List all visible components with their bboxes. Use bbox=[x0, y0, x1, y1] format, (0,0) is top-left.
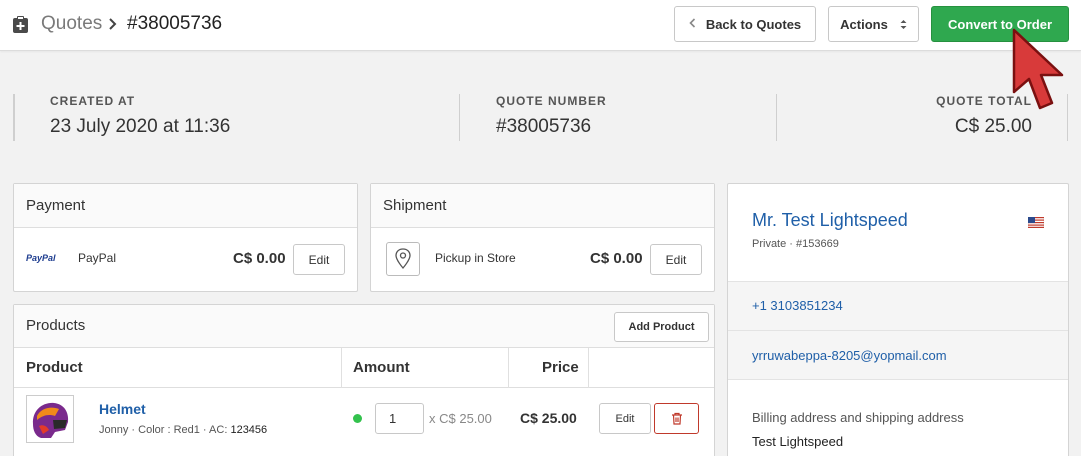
shipment-edit-button[interactable]: Edit bbox=[650, 244, 702, 275]
quote-number-stat: QUOTE NUMBER #38005736 bbox=[496, 94, 607, 142]
payment-method: PayPal bbox=[78, 251, 117, 265]
product-edit-button[interactable]: Edit bbox=[599, 403, 651, 434]
us-flag-icon bbox=[1028, 217, 1044, 228]
top-bar: Quotes #38005736 Back to Quotes Actions … bbox=[0, 0, 1081, 51]
created-at-value: 23 July 2020 at 11:36 bbox=[50, 116, 231, 137]
customer-address-row: Billing address and shipping address Tes… bbox=[728, 379, 1068, 456]
unit-price: x C$ 25.00 bbox=[429, 411, 492, 426]
product-name-link[interactable]: Helmet bbox=[99, 401, 146, 417]
product-meta-text: Jonny · Color : Red1 · AC: bbox=[99, 424, 228, 436]
breadcrumb-separator-icon bbox=[108, 15, 117, 35]
product-thumbnail bbox=[26, 395, 74, 443]
column-divider bbox=[588, 348, 589, 388]
payment-panel: Payment PayPal PayPal C$ 0.00 Edit bbox=[13, 183, 358, 292]
line-price: C$ 25.00 bbox=[520, 410, 577, 426]
quantity-input[interactable] bbox=[375, 403, 424, 434]
customer-name-link[interactable]: Mr. Test Lightspeed bbox=[752, 210, 908, 231]
quote-number-value: #38005736 bbox=[496, 116, 592, 137]
products-panel: Products Add Product Product Amount Pric… bbox=[13, 304, 715, 456]
chevron-left-icon bbox=[689, 17, 696, 31]
actions-label: Actions bbox=[840, 16, 888, 32]
shipment-title: Shipment bbox=[371, 184, 714, 228]
sort-updown-icon bbox=[900, 19, 907, 30]
customer-email-row: yrruwabeppa-8205@yopmail.com bbox=[728, 330, 1068, 380]
product-delete-button[interactable] bbox=[654, 403, 699, 434]
column-header-amount: Amount bbox=[353, 359, 410, 376]
shipment-amount: C$ 0.00 bbox=[590, 250, 643, 267]
column-divider bbox=[341, 348, 342, 388]
payment-amount: C$ 0.00 bbox=[233, 250, 286, 267]
column-divider bbox=[508, 348, 509, 388]
stat-divider bbox=[13, 94, 15, 141]
actions-dropdown[interactable]: Actions bbox=[828, 6, 919, 42]
customer-subtitle: Private · #153669 bbox=[752, 238, 839, 250]
paypal-logo: PayPal bbox=[26, 253, 56, 263]
table-row: Helmet Jonny · Color : Red1 · AC: 123456… bbox=[14, 389, 714, 453]
payment-title: Payment bbox=[14, 184, 357, 228]
map-pin-icon bbox=[386, 242, 420, 276]
stat-divider bbox=[459, 94, 460, 141]
created-at-stat: CREATED AT 23 July 2020 at 11:36 bbox=[50, 94, 230, 142]
back-to-quotes-label: Back to Quotes bbox=[705, 16, 802, 32]
customer-phone-link[interactable]: +1 3103851234 bbox=[752, 298, 843, 313]
product-meta: Jonny · Color : Red1 · AC: 123456 bbox=[99, 424, 267, 436]
address-label: Billing address and shipping address bbox=[752, 410, 964, 425]
shipment-method: Pickup in Store bbox=[435, 251, 516, 265]
product-meta-code: 123456 bbox=[230, 424, 268, 436]
payment-edit-button[interactable]: Edit bbox=[293, 244, 345, 275]
quote-clipboard-icon bbox=[13, 16, 28, 33]
column-header-price: Price bbox=[542, 359, 579, 376]
created-at-label: CREATED AT bbox=[50, 94, 136, 108]
mouse-cursor-icon bbox=[1012, 28, 1064, 110]
add-product-button[interactable]: Add Product bbox=[614, 312, 709, 342]
breadcrumb-quotes-link[interactable]: Quotes bbox=[41, 13, 102, 35]
stock-status-dot bbox=[353, 414, 362, 423]
customer-email-link[interactable]: yrruwabeppa-8205@yopmail.com bbox=[752, 348, 947, 363]
products-title: Products bbox=[14, 305, 714, 348]
quote-total-value: C$ 25.00 bbox=[954, 116, 1032, 137]
breadcrumb-current: #38005736 bbox=[127, 13, 223, 34]
stat-divider bbox=[776, 94, 777, 141]
quote-number-label: QUOTE NUMBER bbox=[496, 94, 607, 108]
back-to-quotes-button[interactable]: Back to Quotes bbox=[674, 6, 816, 42]
shipment-panel: Shipment Pickup in Store C$ 0.00 Edit bbox=[370, 183, 715, 292]
customer-phone-row: +1 3103851234 bbox=[728, 281, 1068, 331]
address-name: Test Lightspeed bbox=[752, 434, 844, 449]
customer-panel: Mr. Test Lightspeed Private · #153669 +1… bbox=[727, 183, 1069, 456]
trash-icon bbox=[671, 412, 682, 425]
column-header-product: Product bbox=[26, 359, 83, 376]
